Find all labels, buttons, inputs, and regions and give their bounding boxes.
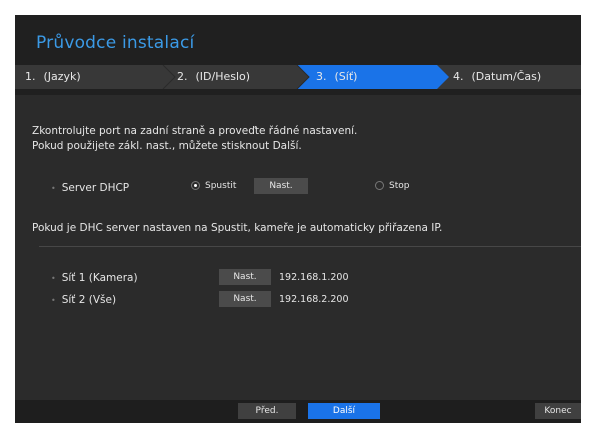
instruction-line: Zkontrolujte port na zadní straně a prov… bbox=[32, 125, 358, 137]
step-number: 1. bbox=[25, 70, 36, 83]
step-id-password: 2. (ID/Heslo) bbox=[177, 65, 250, 89]
dhcp-label: Server DHCP bbox=[61, 182, 130, 194]
wizard-title: Průvodce instalací bbox=[36, 33, 195, 53]
setup-wizard-window: Průvodce instalací 1. (Jazyk) 2. (ID/Heslo… bbox=[15, 15, 581, 423]
step-separator bbox=[162, 65, 176, 89]
instructions: Zkontrolujte port na zadní straně a prov… bbox=[32, 124, 357, 154]
network-1-label: • Síť 1 (Kamera) bbox=[51, 272, 138, 284]
instruction-line: Pokud použijete zákl. nast., můžete stis… bbox=[32, 140, 302, 152]
exit-button[interactable]: Konec bbox=[535, 403, 581, 419]
section-divider bbox=[39, 246, 581, 247]
dhcp-start-label[interactable]: Spustit bbox=[205, 181, 236, 191]
network-1-ip: 192.168.1.200 bbox=[279, 272, 349, 283]
dhcp-stop-label[interactable]: Stop bbox=[389, 181, 409, 191]
network-2-setup-button[interactable]: Nast. bbox=[219, 291, 271, 307]
step-network: 3. (Síť) bbox=[316, 65, 357, 89]
wizard-steps-bar: 1. (Jazyk) 2. (ID/Heslo) 3. (Síť) 4. (Datum/… bbox=[15, 65, 581, 89]
step-label: (Síť) bbox=[334, 70, 358, 83]
step-number: 4. bbox=[453, 70, 464, 83]
dhcp-start-radio[interactable] bbox=[191, 181, 200, 190]
step-language: 1. (Jazyk) bbox=[25, 65, 81, 89]
dhcp-note: Pokud je DHC server nastaven na Spustit,… bbox=[32, 222, 443, 234]
dhcp-stop-radio[interactable] bbox=[375, 181, 384, 190]
network-2-label: • Síť 2 (Vše) bbox=[51, 294, 116, 306]
step-date-time: 4. (Datum/Čas) bbox=[453, 65, 541, 89]
dhcp-row-label: • Server DHCP bbox=[51, 182, 129, 194]
network-label: Síť 1 (Kamera) bbox=[61, 272, 138, 284]
network-settings-panel: Zkontrolujte port na zadní straně a prov… bbox=[15, 95, 581, 400]
network-label: Síť 2 (Vše) bbox=[61, 294, 117, 306]
step-label: (Jazyk) bbox=[43, 70, 81, 83]
next-button[interactable]: Další bbox=[308, 403, 380, 419]
dhcp-setup-button[interactable]: Nast. bbox=[254, 178, 308, 194]
step-label: (ID/Heslo) bbox=[195, 70, 251, 83]
step-number: 2. bbox=[177, 70, 188, 83]
network-2-ip: 192.168.2.200 bbox=[279, 294, 349, 305]
network-1-setup-button[interactable]: Nast. bbox=[219, 269, 271, 285]
previous-button[interactable]: Před. bbox=[238, 403, 296, 419]
wizard-footer: Před. Další Konec bbox=[15, 400, 581, 423]
step-label: (Datum/Čas) bbox=[471, 70, 542, 83]
bullet-icon: • bbox=[51, 184, 56, 193]
bullet-icon: • bbox=[51, 274, 56, 283]
bullet-icon: • bbox=[51, 296, 56, 305]
step-number: 3. bbox=[316, 70, 327, 83]
